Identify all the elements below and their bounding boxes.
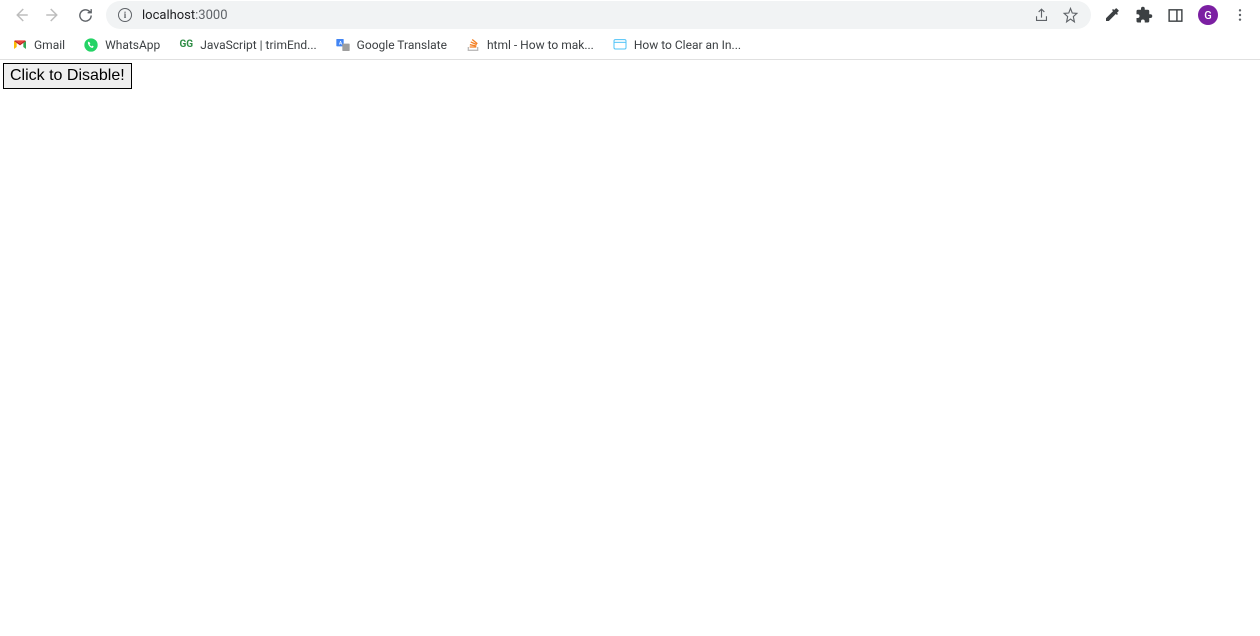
bookmark-label: JavaScript | trimEnd...: [200, 38, 316, 52]
toolbar-right-icons: G: [1099, 5, 1252, 25]
bookmark-label: html - How to mak...: [487, 38, 594, 52]
bookmark-label: How to Clear an In...: [634, 38, 741, 52]
arrow-right-icon: [44, 6, 62, 24]
arrow-left-icon: [12, 6, 30, 24]
bookmark-star-icon[interactable]: [1062, 7, 1079, 24]
extensions-icon[interactable]: [1135, 6, 1153, 24]
url-text: localhost:3000: [142, 8, 228, 23]
share-icon[interactable]: [1033, 7, 1050, 24]
browser-toolbar: i localhost:3000 G: [0, 0, 1260, 30]
stackoverflow-icon: [465, 37, 481, 53]
site-info-icon[interactable]: i: [118, 8, 132, 22]
bookmarks-bar: Gmail WhatsApp GG JavaScript | trimEnd..…: [0, 30, 1260, 60]
page-content: Click to Disable!: [0, 60, 1260, 92]
whatsapp-icon: [83, 37, 99, 53]
google-translate-icon: A: [335, 37, 351, 53]
bookmark-google-translate[interactable]: A Google Translate: [335, 37, 447, 53]
reload-icon: [77, 7, 94, 24]
generic-page-icon: [612, 37, 628, 53]
gmail-icon: [12, 37, 28, 53]
back-button[interactable]: [12, 6, 30, 24]
profile-avatar[interactable]: G: [1198, 5, 1218, 25]
bookmark-html-howto[interactable]: html - How to mak...: [465, 37, 594, 53]
geeksforgeeks-icon: GG: [178, 37, 194, 53]
side-panel-icon[interactable]: [1167, 7, 1184, 24]
url-host: localhost: [142, 8, 195, 23]
bookmark-gmail[interactable]: Gmail: [12, 37, 65, 53]
reload-button[interactable]: [76, 6, 94, 24]
address-bar[interactable]: i localhost:3000: [106, 1, 1091, 29]
bookmark-label: Google Translate: [357, 38, 447, 52]
bookmark-clear-input[interactable]: How to Clear an In...: [612, 37, 741, 53]
bookmark-label: WhatsApp: [105, 38, 160, 52]
bookmark-label: Gmail: [34, 38, 65, 52]
profile-initial: G: [1204, 9, 1212, 22]
bookmark-whatsapp[interactable]: WhatsApp: [83, 37, 160, 53]
address-bar-right: [1033, 7, 1079, 24]
nav-buttons: [8, 6, 98, 24]
bookmark-javascript-trimend[interactable]: GG JavaScript | trimEnd...: [178, 37, 316, 53]
kebab-menu-icon[interactable]: [1232, 7, 1248, 23]
forward-button[interactable]: [44, 6, 62, 24]
eyedropper-icon[interactable]: [1103, 6, 1121, 24]
url-port: :3000: [195, 8, 227, 23]
click-to-disable-button[interactable]: Click to Disable!: [3, 63, 132, 89]
